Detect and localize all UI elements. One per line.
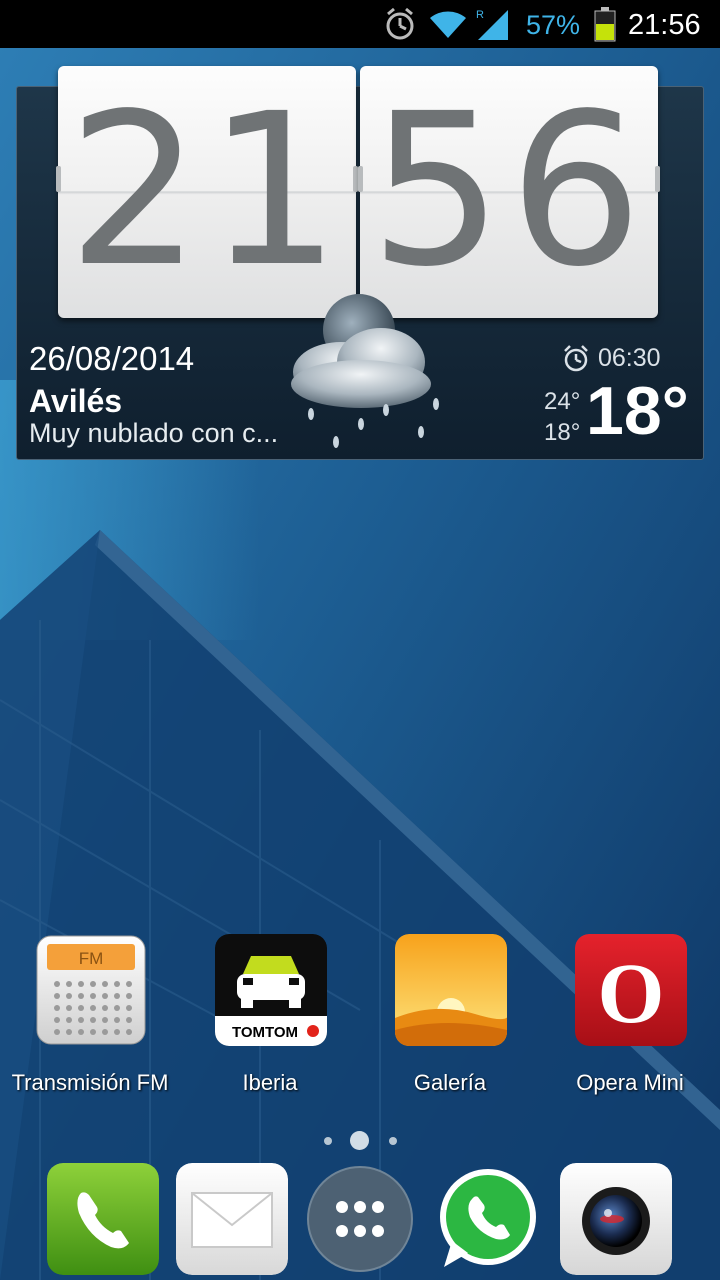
page-dot-current[interactable]	[350, 1131, 369, 1150]
opera-logo-letter: O	[598, 945, 665, 1041]
dock-app-drawer[interactable]	[304, 1163, 416, 1275]
sunset-gallery-icon	[395, 934, 507, 1046]
app-label: Transmisión FM	[11, 1070, 169, 1095]
page-dot[interactable]	[389, 1137, 397, 1145]
tomtom-car-icon: TOMTOM	[215, 934, 327, 1046]
widget-city: Avilés	[29, 383, 123, 419]
dock-camera[interactable]	[560, 1163, 672, 1275]
wifi-icon	[430, 11, 466, 38]
app-opera-mini[interactable]: O Opera Mini	[540, 934, 720, 1104]
app-label: Iberia	[242, 1070, 298, 1095]
alarm-icon	[564, 345, 588, 372]
whatsapp-icon	[440, 1169, 536, 1267]
widget-date: 26/08/2014	[29, 340, 195, 377]
dock-messaging[interactable]	[176, 1163, 288, 1275]
widget-temp-current: 18°	[586, 373, 689, 449]
status-bar: R 57% 21:56	[0, 0, 720, 48]
opera-icon: O	[575, 934, 687, 1046]
signal-roaming-icon: R	[476, 9, 508, 40]
status-time: 21:56	[628, 9, 701, 41]
flip-clock-hours: 21	[56, 66, 358, 318]
app-galeria[interactable]: Galería	[360, 934, 540, 1104]
app-drawer-icon	[307, 1166, 413, 1272]
fm-radio-icon: FM	[36, 935, 146, 1045]
battery-percent: 57%	[526, 10, 581, 40]
widget-weather-condition: Muy nublado con c...	[29, 418, 279, 448]
battery-icon	[594, 7, 616, 42]
fm-badge: FM	[79, 949, 104, 968]
phone-icon	[47, 1163, 159, 1275]
widget-temp-low: 18°	[544, 419, 581, 446]
roaming-indicator: R	[476, 9, 484, 21]
tomtom-wordmark: TOMTOM	[232, 1024, 298, 1041]
clock-hours: 21	[67, 68, 347, 313]
app-label: Opera Mini	[576, 1070, 684, 1095]
flip-clock-minutes: 56	[358, 66, 660, 318]
alarm-icon	[386, 7, 414, 40]
widget-alarm-time: 06:30	[598, 344, 661, 372]
widget-temp-high: 24°	[544, 388, 581, 415]
app-transmision-fm[interactable]: FM Transmisión FM	[0, 934, 180, 1104]
clock-minutes: 56	[369, 68, 649, 313]
dock-whatsapp[interactable]	[432, 1163, 544, 1275]
page-indicator	[0, 1128, 720, 1152]
dock-phone[interactable]	[47, 1163, 159, 1275]
rain-cloud-icon	[291, 294, 439, 448]
page-dot[interactable]	[324, 1137, 332, 1145]
messaging-icon	[176, 1163, 288, 1275]
app-iberia[interactable]: TOMTOM Iberia	[180, 934, 360, 1104]
clock-weather-widget[interactable]: 21 56 26/08/2014 Avilés Muy nublado con …	[16, 66, 704, 460]
app-label: Galería	[413, 1070, 487, 1095]
camera-icon	[560, 1163, 672, 1275]
